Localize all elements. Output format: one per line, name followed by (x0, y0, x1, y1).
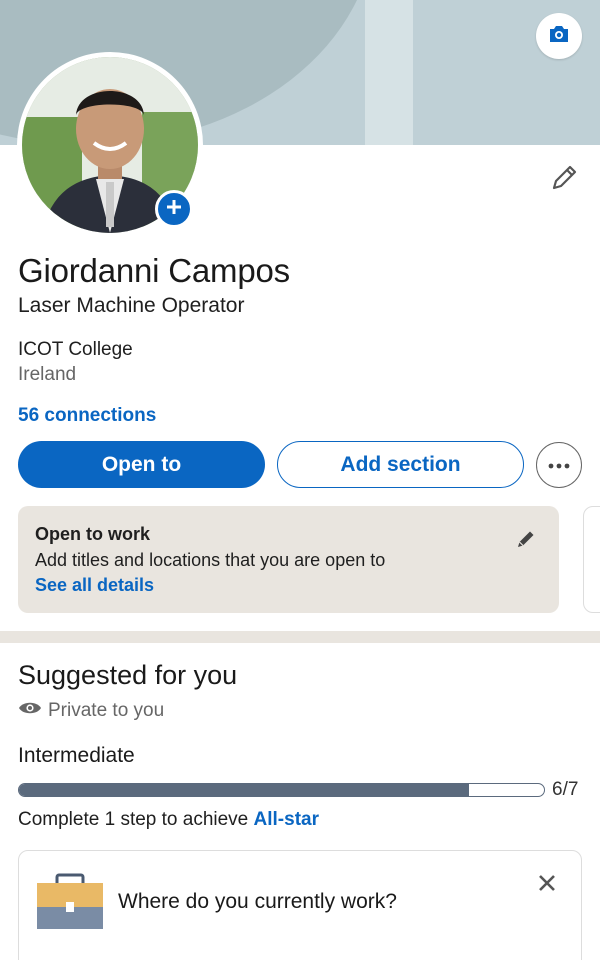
add-photo-button[interactable] (155, 190, 193, 228)
dismiss-suggestion-button[interactable] (535, 873, 559, 897)
profile-name: Giordanni Campos (18, 252, 290, 289)
complete-steps-text: Complete 1 step to achieve All-star (18, 809, 319, 831)
open-to-work-description: Add titles and locations that you are op… (35, 550, 386, 570)
suggestion-question: Where do you currently work? (118, 890, 397, 913)
edit-intro-button[interactable] (548, 164, 580, 196)
profile-school: ICOT College (18, 339, 133, 360)
see-all-details-link[interactable]: See all details (35, 575, 542, 596)
privacy-note: Private to you (18, 700, 164, 722)
banner-band-shape (365, 0, 413, 145)
open-to-work-card[interactable]: Open to work Add titles and locations th… (18, 506, 559, 613)
more-options-button[interactable] (536, 442, 582, 488)
profile-strength-level: Intermediate (18, 744, 135, 767)
complete-prefix: Complete 1 step to achieve (18, 809, 254, 830)
open-to-work-title: Open to work (35, 524, 151, 544)
plus-icon (165, 198, 183, 221)
privacy-label: Private to you (48, 700, 165, 721)
add-section-button[interactable]: Add section (277, 441, 524, 488)
ellipsis-icon (548, 456, 570, 474)
close-icon (538, 874, 556, 897)
connections-link[interactable]: 56 connections (18, 405, 156, 427)
briefcase-icon (35, 873, 105, 931)
pencil-icon (515, 528, 537, 555)
open-to-button[interactable]: Open to (18, 441, 265, 488)
profile-strength-bar (18, 783, 545, 797)
pencil-icon (549, 163, 579, 198)
camera-icon (548, 25, 570, 48)
edit-open-to-work-button[interactable] (513, 528, 539, 554)
eye-icon (18, 700, 42, 722)
profile-headline: Laser Machine Operator (18, 294, 245, 317)
suggested-title: Suggested for you (18, 660, 238, 690)
progress-count: 6/7 (552, 779, 579, 800)
section-divider (0, 631, 600, 643)
current-work-suggestion-card[interactable]: Where do you currently work? (18, 850, 582, 960)
progress-fill (19, 784, 469, 796)
profile-location: Ireland (18, 364, 77, 385)
edit-banner-button[interactable] (536, 13, 582, 59)
all-star-link[interactable]: All-star (254, 809, 319, 830)
next-carousel-card[interactable] (583, 506, 600, 613)
